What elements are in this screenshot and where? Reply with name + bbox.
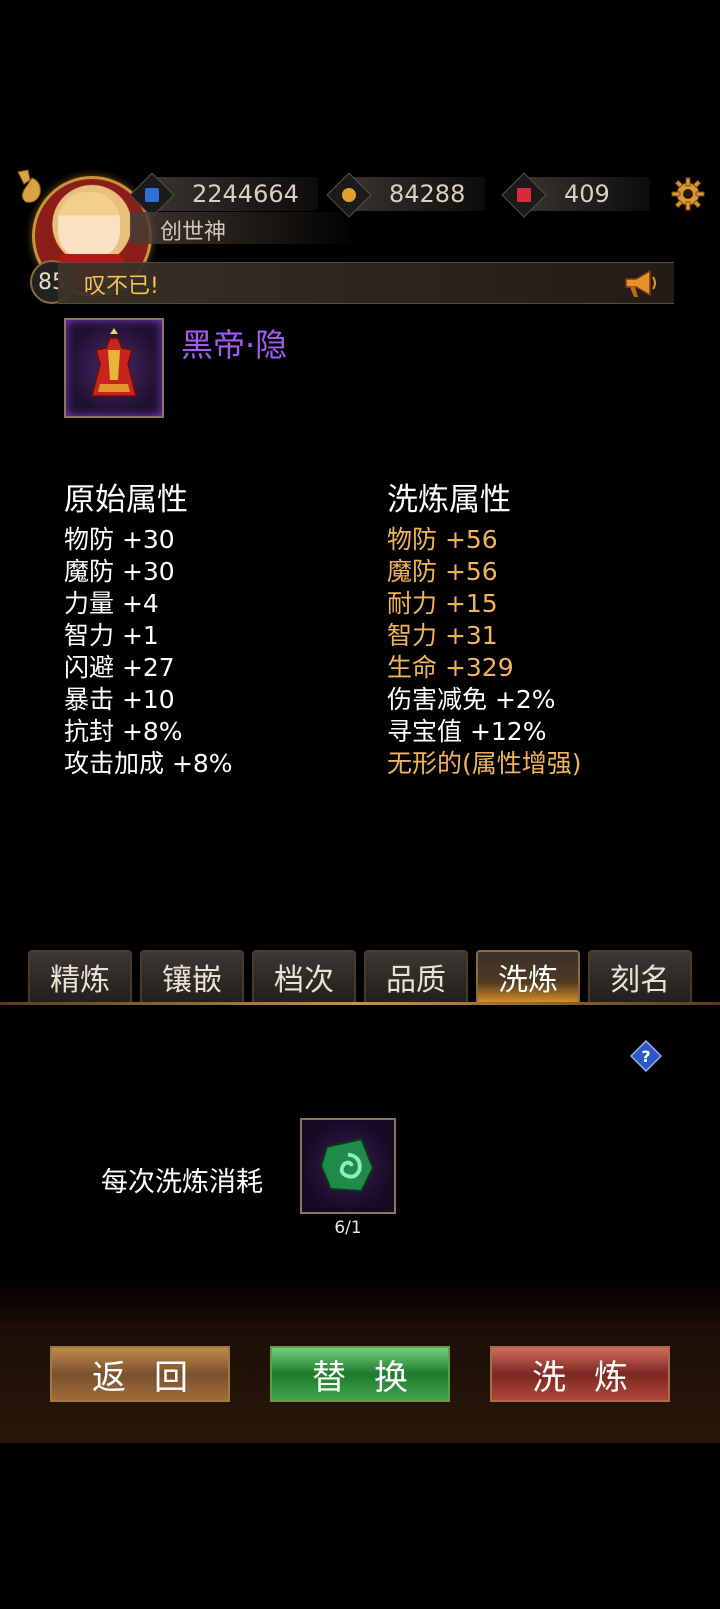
item-name: 黑帝·隐 [181, 326, 288, 364]
player-title: 创世神 [160, 220, 227, 245]
tab-reforge[interactable]: 洗炼 [476, 950, 580, 1002]
broadcast-text: 叹不已! [84, 274, 159, 299]
refined-attr-line: 耐力 +15 [387, 589, 498, 618]
ruby-resource: 409 [501, 172, 650, 218]
tab-refine[interactable]: 精炼 [28, 950, 132, 1002]
equipment-tabs: 精炼 镶嵌 档次 品质 洗炼 刻名 [0, 950, 720, 1004]
reforge-button[interactable]: 洗炼 [490, 1346, 670, 1402]
original-attr-line: 暴击 +10 [64, 685, 175, 714]
green-refine-stone-icon [320, 1138, 374, 1192]
settings-gear-icon[interactable] [670, 176, 706, 212]
cost-label: 每次洗炼消耗 [101, 1167, 263, 1198]
refined-attr-line: 魔防 +56 [387, 557, 498, 586]
refined-attr-line: 物防 +56 [387, 525, 498, 554]
player-title-bar: 创世神 [130, 212, 350, 245]
tabs-divider [0, 1002, 720, 1005]
original-attr-line: 抗封 +8% [64, 717, 183, 746]
refined-attr-line: 生命 +329 [387, 653, 514, 682]
cost-item-slot[interactable] [300, 1118, 396, 1214]
tab-grade[interactable]: 档次 [252, 950, 356, 1002]
gold-resource: 84288 [326, 172, 485, 218]
tab-engrave[interactable]: 刻名 [588, 950, 692, 1002]
original-attr-line: 攻击加成 +8% [64, 749, 233, 778]
tab-inlay[interactable]: 镶嵌 [140, 950, 244, 1002]
diamond-resource: 2244664 [129, 172, 318, 218]
original-attr-line: 力量 +4 [64, 589, 159, 618]
refined-attr-line: 无形的(属性增强) [387, 749, 582, 778]
cost-count: 6/1 [334, 1218, 362, 1238]
help-icon[interactable]: ? [630, 1040, 662, 1072]
tab-quality[interactable]: 品质 [364, 950, 468, 1002]
original-attr-line: 魔防 +30 [64, 557, 175, 586]
original-attr-line: 物防 +30 [64, 525, 175, 554]
original-attr-line: 智力 +1 [64, 621, 159, 650]
gold-coin-icon [326, 172, 372, 218]
refined-attr-line: 智力 +31 [387, 621, 498, 650]
replace-button[interactable]: 替换 [270, 1346, 450, 1402]
original-attributes-heading: 原始属性 [64, 482, 188, 518]
refined-attr-line: 寻宝值 +12% [387, 717, 547, 746]
refined-attributes: 洗炼属性 物防 +56 魔防 +56 耐力 +15 智力 +31 生命 +329… [387, 474, 582, 780]
back-button[interactable]: 返回 [50, 1346, 230, 1402]
gold-value: 84288 [389, 180, 466, 208]
original-attributes: 原始属性 物防 +30 魔防 +30 力量 +4 智力 +1 闪避 +27 暴击… [64, 474, 233, 780]
refined-attr-line: 伤害减免 +2% [387, 685, 556, 714]
original-attr-line: 闪避 +27 [64, 653, 175, 682]
rabbit-ornament-icon [17, 169, 41, 203]
refined-attributes-heading: 洗炼属性 [387, 482, 511, 518]
broadcast-bar[interactable]: 叹不已! [58, 262, 674, 304]
red-robe-icon [91, 328, 137, 397]
diamond-value: 2244664 [192, 180, 299, 208]
equipment-slot[interactable] [64, 318, 164, 418]
ruby-value: 409 [564, 180, 610, 208]
megaphone-icon[interactable] [622, 265, 658, 301]
svg-text:?: ? [641, 1047, 650, 1066]
ruby-icon [501, 172, 547, 218]
avatar-face [58, 192, 120, 258]
